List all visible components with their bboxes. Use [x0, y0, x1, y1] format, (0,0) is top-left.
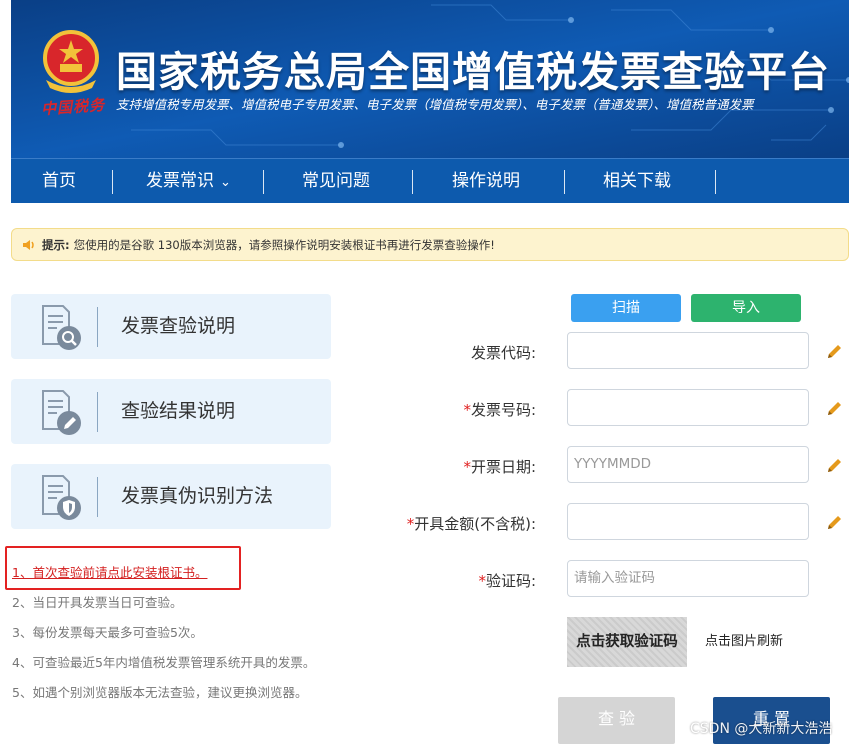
nav-item-home[interactable]: 首页	[42, 159, 76, 204]
invoice-code-input[interactable]	[567, 332, 809, 369]
issue-date-input[interactable]: YYYYMMDD	[567, 446, 809, 483]
field-label: 开具金额(不含税):	[414, 515, 536, 533]
field-label: 发票代码:	[470, 344, 536, 362]
field-label: 发票号码:	[470, 401, 536, 419]
amount-label: *开具金额(不含税):	[407, 513, 536, 534]
site-header: 中国税务 国家税务总局全国增值税发票查验平台 支持增值税专用发票、增值税电子专用…	[11, 0, 849, 158]
note-item: 4、可查验最近5年内增值税发票管理系统开具的发票。	[12, 655, 316, 670]
required-mark: *	[463, 401, 471, 419]
required-mark: *	[463, 458, 471, 476]
invoice-number-label: *发票号码:	[463, 399, 536, 420]
amount-input[interactable]	[567, 503, 809, 540]
nav-item-invoice-knowledge[interactable]: 发票常识 ⌄	[146, 159, 231, 204]
tip-label: 提示:	[42, 237, 70, 252]
page-title: 国家税务总局全国增值税发票查验平台	[116, 48, 830, 96]
csdn-watermark: CSDN @大新新大浩浩	[690, 721, 833, 737]
edit-pencil-icon[interactable]	[826, 456, 844, 474]
nav-label: 发票常识	[146, 171, 214, 191]
note-item: 5、如遇个别浏览器版本无法查验，建议更换浏览器。	[12, 685, 308, 700]
edit-pencil-icon[interactable]	[826, 399, 844, 417]
card-label: 查验结果说明	[121, 400, 236, 422]
card-invoice-check-guide[interactable]: 发票查验说明	[11, 294, 331, 359]
browser-tip-bar: 提示: 您使用的是谷歌 130版本浏览器，请参照操作说明安装根证书再进行发票查验…	[11, 228, 849, 261]
shield-icon	[42, 475, 81, 520]
captcha-image[interactable]: 点击获取验证码	[567, 617, 687, 667]
import-button[interactable]: 导入	[691, 294, 801, 322]
tip-text: 您使用的是谷歌 130版本浏览器，请参照操作说明安装根证书再进行发票查验操作!	[73, 237, 495, 252]
invoice-number-input[interactable]	[567, 389, 809, 426]
field-label: 开票日期:	[470, 458, 536, 476]
note-item: 3、每份发票每天最多可查验5次。	[12, 625, 203, 640]
card-divider	[97, 392, 98, 432]
pencil-icon	[42, 390, 81, 435]
captcha-label: *验证码:	[478, 570, 536, 591]
captcha-input[interactable]: 请输入验证码	[567, 560, 809, 597]
card-authenticity-guide[interactable]: 发票真伪识别方法	[11, 464, 331, 529]
nav-item-instructions[interactable]: 操作说明	[452, 159, 520, 204]
nav-divider	[715, 170, 716, 194]
edit-pencil-icon[interactable]	[826, 513, 844, 531]
chevron-down-icon: ⌄	[220, 175, 231, 190]
refresh-captcha-hint: 点击图片刷新	[705, 634, 784, 649]
note-item: 2、当日开具发票当日可查验。	[12, 595, 183, 610]
tax-stamp-text: 中国税务	[40, 95, 106, 119]
scan-button[interactable]: 扫描	[571, 294, 681, 322]
nav-item-faq[interactable]: 常见问题	[302, 159, 370, 204]
nav-divider	[112, 170, 113, 194]
main-nav: 首页 发票常识 ⌄ 常见问题 操作说明 相关下载	[11, 158, 849, 203]
card-label: 发票查验说明	[121, 315, 236, 337]
national-emblem-icon	[43, 30, 99, 93]
magnifier-icon	[42, 305, 81, 350]
nav-divider	[412, 170, 413, 194]
issue-date-label: *开票日期:	[463, 456, 536, 477]
page-subtitle: 支持增值税专用发票、增值税电子专用发票、电子发票（增值税专用发票）、电子发票（普…	[116, 97, 754, 112]
edit-pencil-icon[interactable]	[826, 342, 844, 360]
nav-divider	[564, 170, 565, 194]
query-button[interactable]: 查 验	[558, 697, 675, 744]
nav-divider	[263, 170, 264, 194]
nav-item-downloads[interactable]: 相关下载	[603, 159, 671, 204]
card-result-guide[interactable]: 查验结果说明	[11, 379, 331, 444]
card-divider	[97, 477, 98, 517]
invoice-code-label: 发票代码:	[471, 342, 536, 363]
install-cert-link[interactable]: 1、首次查验前请点此安装根证书。	[12, 562, 207, 581]
required-mark: *	[478, 572, 486, 590]
speaker-icon	[23, 239, 34, 250]
field-label: 验证码:	[485, 572, 536, 590]
card-label: 发票真伪识别方法	[121, 485, 274, 507]
card-divider	[97, 307, 98, 347]
